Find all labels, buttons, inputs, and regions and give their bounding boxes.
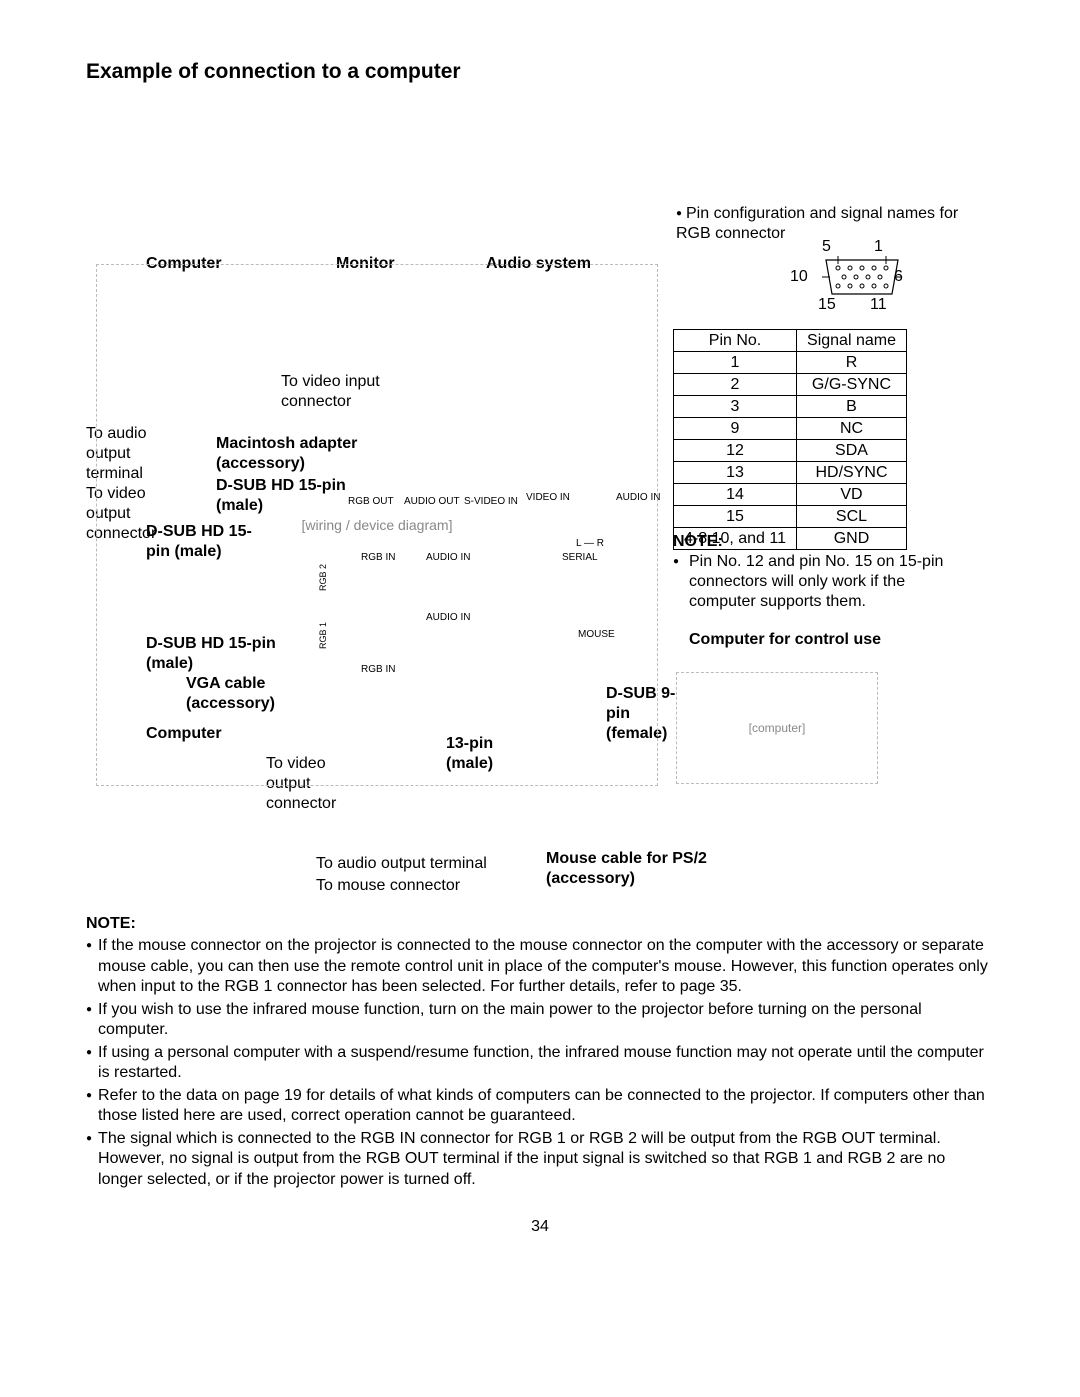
computer-control-illustration: [computer] [676, 672, 878, 784]
notes-head: NOTE: [86, 914, 994, 934]
page-number: 34 [86, 1218, 994, 1236]
table-row: 3B [674, 396, 907, 418]
table-row: 1R [674, 352, 907, 374]
connection-diagram: Pin configuration and signal names for R… [86, 124, 994, 854]
note-item: ●The signal which is connected to the RG… [86, 1129, 994, 1190]
note-text: The signal which is connected to the RGB… [98, 1129, 994, 1190]
rgb-connector-icon: 5 1 10 6 15 11 [786, 242, 926, 312]
table-row: 9NC [674, 418, 907, 440]
pin-num-15: 15 [818, 296, 836, 314]
pin-num-5: 5 [822, 238, 831, 256]
note-item: ●If the mouse connector on the projector… [86, 936, 994, 997]
pin-note-block: NOTE: Pin No. 12 and pin No. 15 on 15-pi… [673, 532, 973, 612]
table-row: 2G/G-SYNC [674, 374, 907, 396]
notes-section: NOTE: ●If the mouse connector on the pro… [86, 914, 994, 1190]
pin-note-text: Pin No. 12 and pin No. 15 on 15-pin conn… [689, 552, 973, 612]
table-header-row: Pin No. Signal name [674, 330, 907, 352]
pin-config-heading: Pin configuration and signal names for R… [676, 204, 986, 244]
lbl-mouse-cable: Mouse cable for PS/2 (accessory) [546, 849, 726, 889]
table-row: 15SCL [674, 506, 907, 528]
lbl-to-mouse: To mouse connector [316, 876, 460, 896]
pin-num-6: 6 [894, 268, 903, 286]
page-title: Example of connection to a computer [86, 60, 994, 84]
table-row: 13HD/SYNC [674, 462, 907, 484]
lbl-to-audio-out2: To audio output terminal [316, 854, 487, 874]
note-text: If using a personal computer with a susp… [98, 1043, 994, 1084]
note-item: ●Refer to the data on page 19 for detail… [86, 1086, 994, 1127]
note-text: If you wish to use the infrared mouse fu… [98, 1000, 994, 1041]
pin-note-head: NOTE: [673, 532, 973, 552]
note-text: If the mouse connector on the projector … [98, 936, 994, 997]
note-item: ●If using a personal computer with a sus… [86, 1043, 994, 1084]
pin-config-heading-text: Pin configuration and signal names for R… [676, 205, 958, 242]
pin-num-10: 10 [790, 268, 808, 286]
table-row: 14VD [674, 484, 907, 506]
th-signal-name: Signal name [797, 330, 907, 352]
note-text: Refer to the data on page 19 for details… [98, 1086, 994, 1127]
computer-control-label: Computer for control use [689, 630, 881, 650]
wiring-diagram-image: [wiring / device diagram] [96, 264, 658, 786]
pin-num-11: 11 [870, 296, 887, 314]
th-pin-no: Pin No. [674, 330, 797, 352]
note-item: ●If you wish to use the infrared mouse f… [86, 1000, 994, 1041]
table-row: 12SDA [674, 440, 907, 462]
pin-signal-table: Pin No. Signal name 1R 2G/G-SYNC 3B 9NC … [673, 329, 907, 550]
pin-num-1: 1 [874, 238, 883, 256]
